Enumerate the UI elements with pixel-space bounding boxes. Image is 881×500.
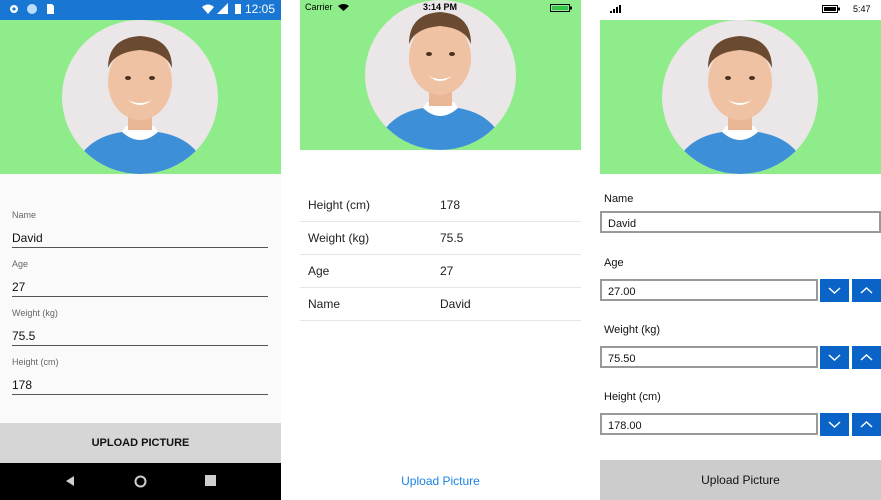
avatar: [62, 20, 218, 174]
upload-picture-button[interactable]: UPLOAD PICTURE: [0, 423, 281, 463]
height-field[interactable]: 178.00: [600, 413, 818, 435]
gear-icon: [10, 5, 18, 13]
profile-banner: [600, 20, 881, 174]
age-value: 27: [440, 264, 454, 278]
weight-increment-button[interactable]: [852, 346, 881, 369]
chevron-down-icon: [828, 421, 841, 429]
height-label: Height (cm): [12, 357, 59, 367]
weight-label: Weight (kg): [604, 324, 661, 336]
age-row: Age 27: [300, 254, 581, 288]
status-bar: 12:05: [0, 0, 281, 20]
weight-row: Weight (kg) 75.5: [300, 221, 581, 255]
sync-icon: [27, 4, 37, 14]
weight-value: 75.5: [440, 231, 464, 245]
avatar: [365, 0, 516, 150]
age-label: Age: [12, 259, 29, 269]
weight-label: Weight (kg): [12, 308, 58, 318]
signal-icon: [610, 5, 621, 13]
name-row: Name David: [300, 287, 581, 321]
chevron-up-icon: [860, 286, 873, 294]
wifi-icon: [202, 4, 214, 14]
upload-picture-button[interactable]: Upload Picture: [600, 460, 881, 500]
height-row: Height (cm) 178: [300, 188, 581, 222]
chevron-up-icon: [860, 420, 873, 428]
height-decrement-button[interactable]: [820, 413, 849, 436]
height-label: Height (cm): [308, 198, 371, 212]
status-time: 3:14 PM: [423, 2, 458, 12]
status-bar: Carrier 3:14 PM: [300, 0, 581, 16]
ios-screen: Carrier 3:14 PM Height (cm) 178 Weight (…: [300, 0, 581, 500]
sd-card-icon: [47, 4, 54, 14]
name-label: Name: [308, 297, 341, 311]
android-screen: 12:05 Name David Age 27 Weight (kg) 75.5…: [0, 0, 281, 500]
name-label: Name: [604, 193, 634, 205]
name-label: Name: [12, 210, 37, 220]
age-decrement-button[interactable]: [820, 279, 849, 302]
signal-icon: [217, 3, 228, 14]
age-increment-button[interactable]: [852, 279, 881, 302]
weight-label: Weight (kg): [308, 231, 370, 245]
battery-icon: [822, 5, 840, 13]
home-icon[interactable]: [133, 474, 148, 489]
height-field[interactable]: 178: [12, 378, 268, 395]
height-label: Height (cm): [604, 391, 661, 403]
carrier-label: Carrier: [305, 2, 333, 12]
age-label: Age: [604, 257, 624, 269]
status-time: 5:47: [853, 4, 871, 14]
age-field[interactable]: 27.00: [600, 279, 818, 301]
back-icon[interactable]: [64, 475, 76, 487]
status-time: 12:05: [244, 2, 275, 16]
chevron-up-icon: [860, 353, 873, 361]
chevron-down-icon: [828, 287, 841, 295]
weight-field[interactable]: 75.50: [600, 346, 818, 368]
weight-field[interactable]: 75.5: [12, 329, 268, 346]
battery-icon: [550, 4, 572, 12]
name-field[interactable]: David: [12, 231, 268, 248]
navigation-bar: [0, 463, 281, 500]
recents-icon[interactable]: [205, 475, 216, 486]
age-label: Age: [308, 264, 330, 278]
battery-icon: [235, 4, 241, 14]
wifi-icon: [338, 4, 349, 11]
profile-banner: [0, 20, 281, 174]
chevron-down-icon: [828, 354, 841, 362]
age-field[interactable]: 27: [12, 280, 268, 297]
uwp-screen: 5:47 Name David Age 27.00 Weight (kg) 75…: [600, 0, 881, 500]
height-value: 178: [440, 198, 461, 212]
upload-picture-link[interactable]: Upload Picture: [300, 474, 581, 488]
profile-banner: [300, 0, 581, 150]
name-field[interactable]: David: [600, 211, 881, 233]
avatar: [662, 20, 818, 174]
weight-decrement-button[interactable]: [820, 346, 849, 369]
height-increment-button[interactable]: [852, 413, 881, 436]
name-value: David: [440, 297, 471, 311]
status-bar: 5:47: [600, 0, 881, 18]
